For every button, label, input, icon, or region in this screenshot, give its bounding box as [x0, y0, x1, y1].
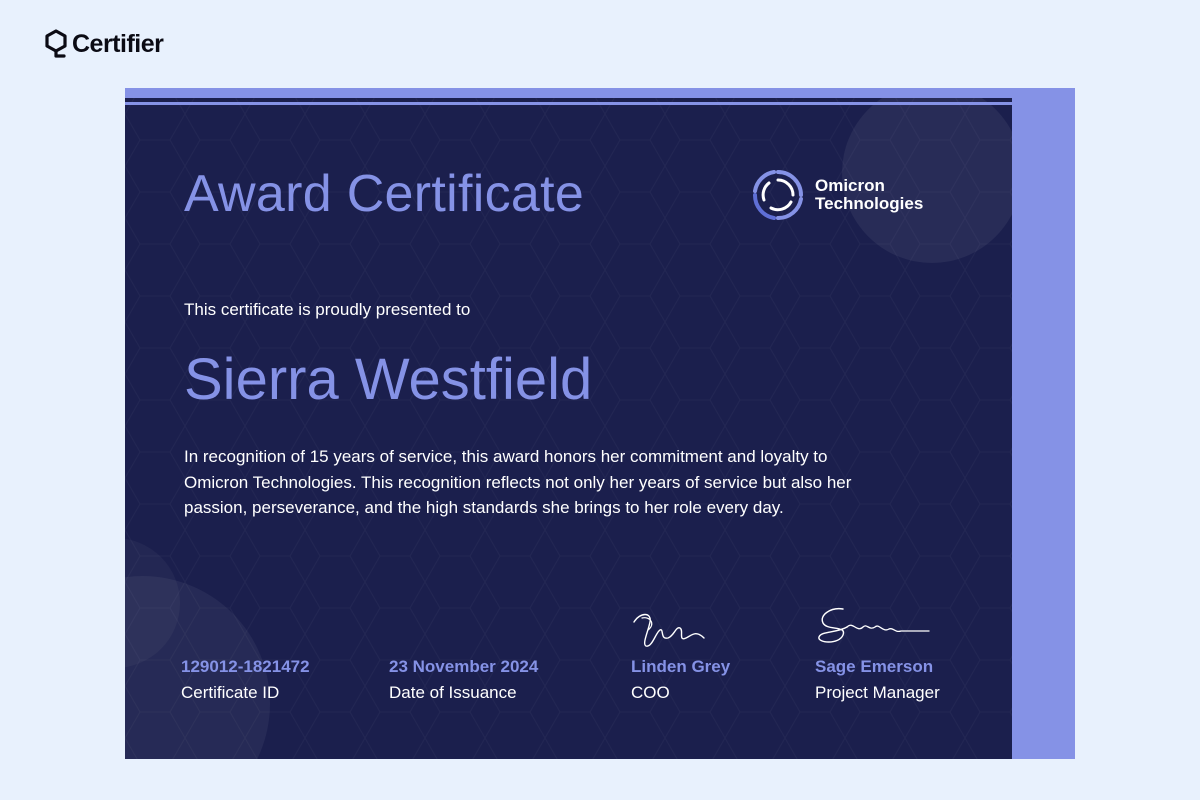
issue-date-block: 23 November 2024 Date of Issuance	[389, 657, 538, 703]
signatory-block: Linden Grey COO	[631, 657, 730, 703]
issue-date-label: Date of Issuance	[389, 683, 517, 702]
signatory-name: Sage Emerson	[815, 657, 934, 676]
page: Certifier Award Certificate Omicron Tech…	[0, 0, 1200, 800]
issue-date-value: 23 November 2024	[389, 657, 539, 676]
top-border-band	[125, 88, 1012, 98]
certificate-id-value: 129012-1821472	[181, 657, 310, 676]
signature-sage-emerson	[818, 608, 930, 643]
award-description: In recognition of 15 years of service, t…	[184, 447, 852, 517]
company-logo: Omicron Technologies	[751, 168, 923, 222]
certifier-logo-icon	[45, 29, 67, 58]
brand-name: Certifier	[72, 29, 164, 58]
signatory-role: COO	[631, 683, 670, 702]
signatory-name: Linden Grey	[631, 657, 731, 676]
omicron-logo-icon	[752, 170, 803, 221]
recipient-name: Sierra Westfield	[184, 347, 593, 412]
certificate: Award Certificate Omicron Technologies T…	[125, 88, 1075, 759]
presented-to-text: This certificate is proudly presented to	[184, 300, 471, 319]
signature-linden-grey	[633, 613, 705, 647]
certificate-id-block: 129012-1821472 Certificate ID	[181, 657, 310, 703]
certificate-id-label: Certificate ID	[181, 683, 280, 702]
top-border-line	[125, 102, 1012, 105]
signatory-block: Sage Emerson Project Manager	[815, 657, 940, 703]
company-name: Omicron Technologies	[815, 176, 924, 213]
side-accent-strip	[1012, 88, 1075, 759]
signatory-role: Project Manager	[815, 683, 940, 702]
brand-logo[interactable]: Certifier	[44, 29, 164, 59]
certificate-title: Award Certificate	[184, 165, 585, 223]
